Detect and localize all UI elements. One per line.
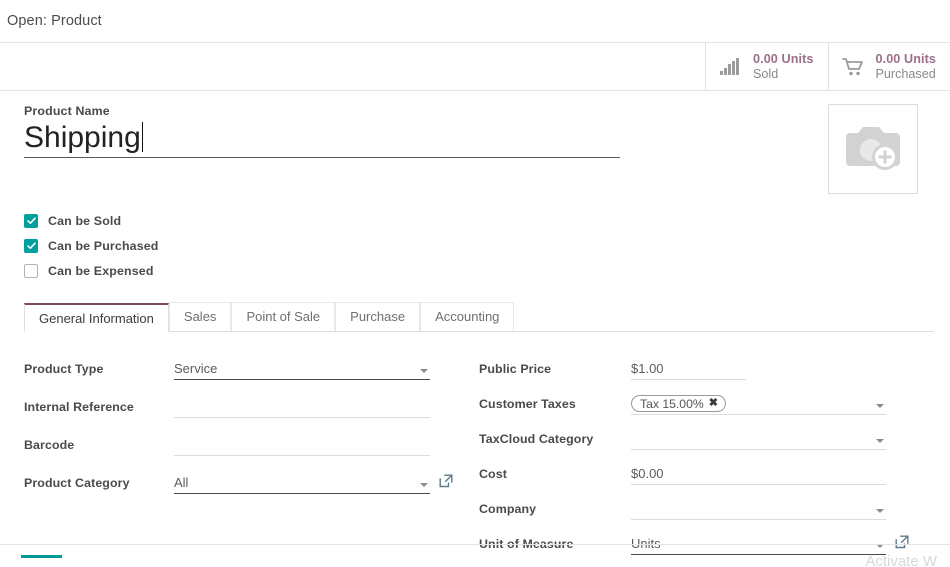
cost-input[interactable]: $0.00 [631,463,886,485]
public-price-input[interactable]: $1.00 [631,358,746,380]
form-column-right: Public Price $1.00 Customer Taxes Tax 15… [479,358,934,567]
field-control: Tax 15.00% ✖ [631,393,886,415]
product-name-block: Product Name Shipping [16,91,828,159]
field-value: $1.00 [631,361,664,376]
chevron-down-icon [876,439,884,443]
chevron-down-icon [420,483,428,487]
tab-sales[interactable]: Sales [168,302,232,331]
field-label: TaxCloud Category [479,432,594,446]
field-cost: Cost $0.00 [479,463,934,489]
camera-add-icon [842,121,904,178]
field-control [631,428,886,450]
checkbox-row-can-be-sold[interactable]: Can be Sold [24,208,934,233]
field-customer-taxes: Customer Taxes Tax 15.00% ✖ [479,393,934,419]
product-category-select[interactable]: All [174,472,430,494]
stat-button-text: 0.00 Units Sold [753,52,814,80]
field-label: Product Type [24,362,104,376]
field-control: $0.00 [631,463,886,485]
breadcrumb: Open: Product [7,13,102,29]
external-link-icon-product-category[interactable] [439,472,453,493]
checkbox-can-be-purchased[interactable] [24,238,38,253]
form-column-left: Product Type Service Internal Reference [24,358,479,567]
field-product-type: Product Type Service [24,358,479,384]
product-name-value: Shipping [24,121,141,154]
checkbox-can-be-sold[interactable] [24,213,38,228]
checkbox-can-be-expensed[interactable] [24,263,38,278]
checkbox-row-can-be-expensed[interactable]: Can be Expensed [24,258,934,283]
chevron-down-icon [876,509,884,513]
form-sheet: Product Name Shipping Can be Sold Can be… [0,91,950,567]
progress-indicator [21,555,62,558]
checkbox-row-can-be-purchased[interactable]: Can be Purchased [24,233,934,258]
field-control [631,498,886,520]
field-control: Service [174,358,430,380]
product-name-input[interactable]: Shipping [24,121,620,159]
field-control [174,396,430,418]
internal-reference-input[interactable] [174,396,430,418]
field-label: Cost [479,467,507,481]
product-flags: Can be Sold Can be Purchased Can be Expe… [16,208,934,283]
field-company: Company [479,498,934,524]
tab-general-information[interactable]: General Information [24,303,169,332]
title-row: Product Name Shipping [16,91,934,194]
field-label: Internal Reference [24,400,134,414]
tax-tag[interactable]: Tax 15.00% ✖ [631,395,726,412]
field-control-inner: All [174,472,430,494]
field-barcode: Barcode [24,434,479,460]
field-value: All [174,475,189,490]
checkbox-label: Can be Purchased [48,238,159,253]
field-label: Customer Taxes [479,397,576,411]
tab-bar: General Information Sales Point of Sale … [24,302,934,332]
field-internal-reference: Internal Reference [24,396,479,422]
checkbox-label: Can be Expensed [48,263,154,278]
checkbox-label: Can be Sold [48,213,122,228]
field-label: Company [479,502,537,516]
field-label: Product Category [24,476,130,490]
general-information-panel: Product Type Service Internal Reference [16,358,934,567]
tab-accounting[interactable]: Accounting [420,302,515,331]
activation-watermark: Activate W [865,553,937,567]
field-control [174,434,430,456]
stat-button-units-purchased[interactable]: 0.00 Units Purchased [827,43,950,90]
field-public-price: Public Price $1.00 [479,358,934,384]
tab-purchase[interactable]: Purchase [335,302,421,331]
field-value: Service [174,361,218,376]
field-value: $0.00 [631,466,664,481]
stat-label: Purchased [875,66,936,81]
bar-chart-icon [718,58,744,75]
product-name-label: Product Name [24,104,110,118]
product-form-window: Open: Product 0.00 Units Sold 0.00 Units… [0,0,950,567]
company-select[interactable] [631,498,886,520]
field-control: $1.00 [631,358,746,380]
product-type-select[interactable]: Service [174,358,430,380]
chevron-down-icon [876,404,884,408]
field-label: Public Price [479,362,552,376]
stat-value: 0.00 Units [875,52,936,67]
customer-taxes-select[interactable]: Tax 15.00% ✖ [631,393,886,415]
taxcloud-category-select[interactable] [631,428,886,450]
stat-label: Sold [753,66,779,81]
stat-button-text: 0.00 Units Purchased [876,52,937,80]
tax-tag-label: Tax 15.00% [640,396,704,411]
text-caret [141,122,143,152]
field-product-category: Product Category All [24,472,479,498]
product-image-upload[interactable] [828,104,918,194]
breadcrumb-bar: Open: Product [0,0,950,43]
close-icon[interactable]: ✖ [709,398,718,409]
stat-value: 0.00 Units [753,52,814,67]
stat-button-units-sold[interactable]: 0.00 Units Sold [705,43,828,90]
field-taxcloud-category: TaxCloud Category [479,428,934,454]
barcode-input[interactable] [174,434,430,456]
stat-button-bar: 0.00 Units Sold 0.00 Units Purchased [0,43,950,91]
chevron-down-icon [420,369,428,373]
field-label: Unit of Measure [479,537,574,551]
tab-point-of-sale[interactable]: Point of Sale [231,302,336,331]
field-label: Barcode [24,438,75,452]
field-control: All [174,472,453,494]
shopping-cart-icon [841,57,867,77]
footer-divider [0,544,950,545]
